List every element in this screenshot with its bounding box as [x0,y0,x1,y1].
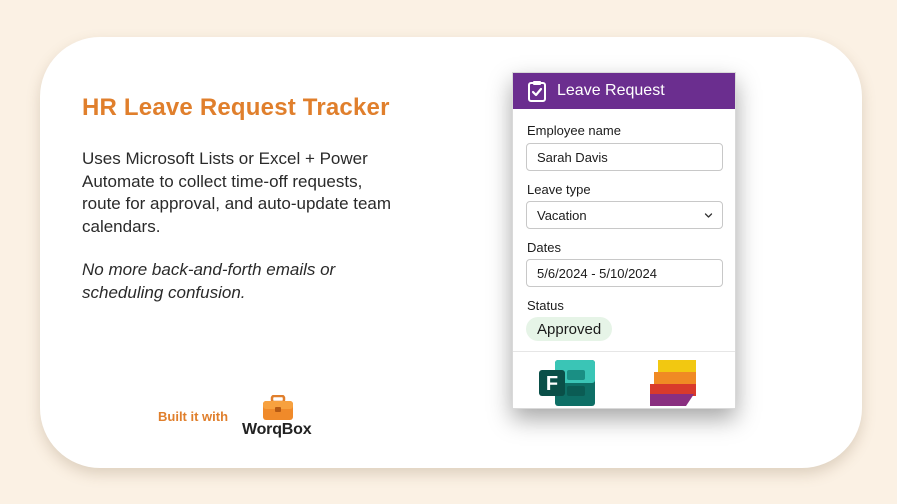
leave-type-value: Vacation [537,207,587,223]
form-title: Leave Request [557,82,665,99]
dates-field[interactable]: 5/6/2024 - 5/10/2024 [526,259,723,287]
clipboard-check-icon [528,81,546,102]
leave-request-form: Leave Request Employee name Sarah Davis … [512,72,736,409]
slide-description: Uses Microsoft Lists or Excel + Power Au… [82,149,392,236]
form-divider [513,351,735,352]
dates-value: 5/6/2024 - 5/10/2024 [537,265,657,281]
status-label: Status [527,298,564,313]
leave-type-select[interactable]: Vacation [526,201,723,229]
microsoft-forms-logo: F [539,360,595,406]
form-header: Leave Request [513,73,735,109]
slide-title: HR Leave Request Tracker [82,94,390,121]
status-badge: Approved [526,317,613,341]
leave-type-label: Leave type [527,182,591,197]
briefcase-icon [263,395,293,420]
slide-tagline: No more back-and-forth emails or schedul… [82,260,336,302]
chevron-down-icon [704,213,713,218]
built-with-label: Built it with [158,409,229,424]
employee-name-label: Employee name [527,123,621,138]
employee-name-field[interactable]: Sarah Davis [526,143,723,171]
employee-name-value: Sarah Davis [537,149,608,165]
microsoft-lists-logo [650,360,696,406]
dates-label: Dates [527,240,561,255]
svg-text:F: F [546,373,558,395]
brand-name: WorqBox [242,421,312,438]
